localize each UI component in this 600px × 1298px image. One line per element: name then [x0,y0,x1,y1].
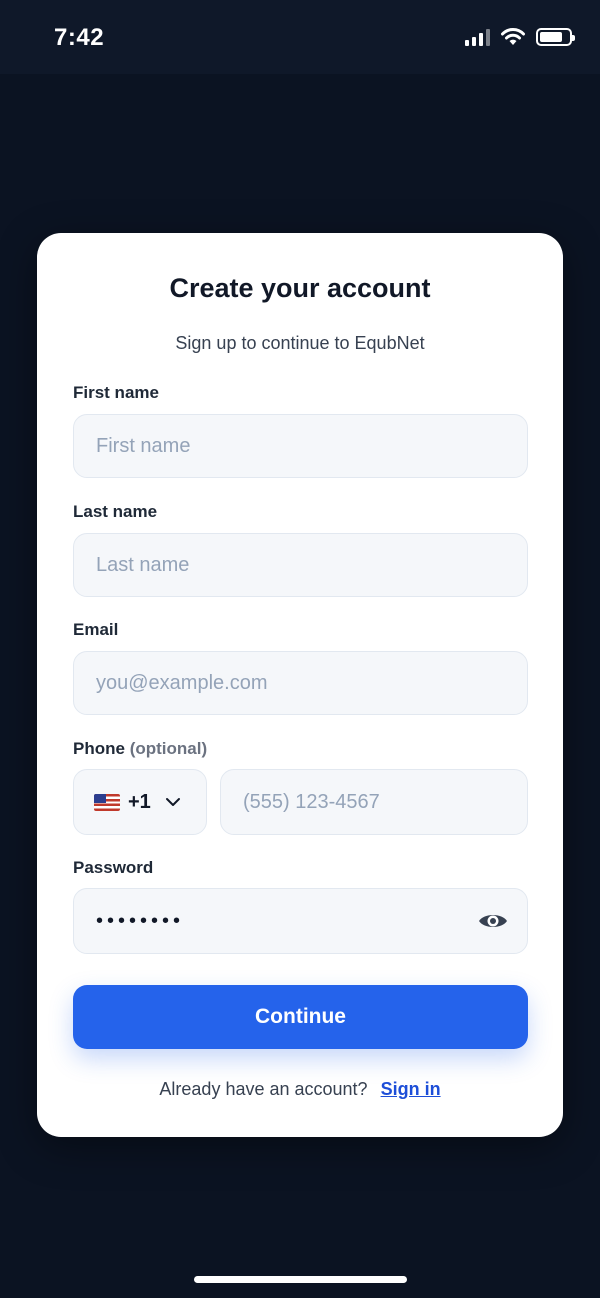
status-icons [465,27,575,47]
first-name-label: First name [73,383,159,402]
continue-button[interactable]: Continue [73,985,528,1049]
first-name-input[interactable] [73,414,528,478]
phone-input[interactable] [220,769,528,835]
password-input[interactable] [73,888,528,954]
signin-link[interactable]: Sign in [381,1079,441,1099]
email-label: Email [73,620,119,639]
signal-icon [465,28,490,46]
last-name-label: Last name [73,502,158,521]
phone-label-text: Phone [73,739,125,758]
signin-prompt-text: Already have an account? [159,1079,368,1099]
page-subtitle: Sign up to continue to EqubNet [175,333,425,353]
wifi-icon [501,28,525,45]
eye-icon[interactable] [478,909,508,933]
us-flag-icon [94,793,120,811]
chevron-down-icon [165,798,180,806]
signin-prompt: Already have an account? Sign in [37,1079,563,1100]
country-code: +1 [128,790,151,813]
phone-label: Phone (optional) [73,739,207,759]
phone-optional-hint: (optional) [129,739,208,758]
signup-card: Create your account Sign up to continue … [37,233,563,1137]
country-code-select[interactable]: +1 [73,769,207,835]
page-title: Create your account [169,273,431,303]
last-name-input[interactable] [73,533,528,597]
status-bar: 7:42 [0,0,600,74]
status-time: 7:42 [54,24,105,51]
battery-icon [536,28,575,46]
password-label: Password [73,858,154,877]
home-indicator[interactable] [194,1276,407,1283]
email-input[interactable] [73,651,528,715]
